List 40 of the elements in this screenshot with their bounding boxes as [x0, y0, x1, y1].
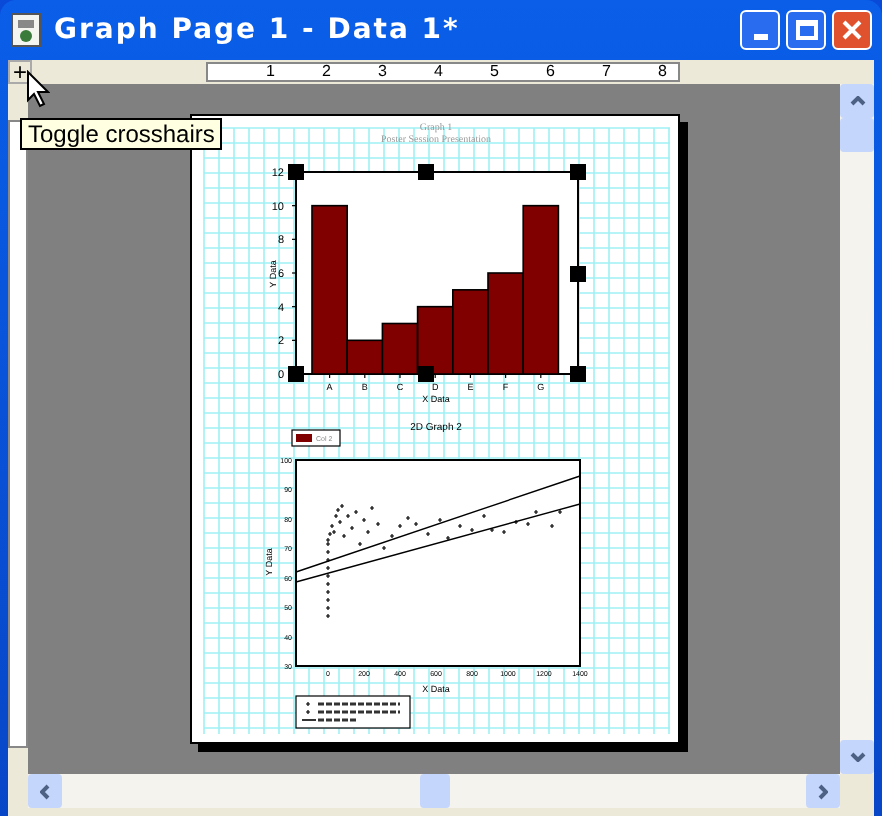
- selection-handle: [570, 266, 586, 282]
- chevron-left-icon: [40, 783, 50, 799]
- close-button[interactable]: [832, 10, 872, 50]
- ruler-number: 2: [322, 64, 331, 80]
- ruler-number: 8: [658, 64, 667, 80]
- selection-handle: [288, 366, 304, 382]
- ruler-number: 1: [266, 64, 275, 80]
- selection-handle: [570, 164, 586, 180]
- ruler-number: 7: [602, 64, 611, 80]
- chevron-down-icon: [849, 752, 865, 762]
- scroll-thumb[interactable]: [840, 118, 874, 152]
- scroll-down-button[interactable]: [840, 740, 874, 774]
- ruler-number: 5: [490, 64, 499, 80]
- selection-handle: [418, 366, 434, 382]
- ruler-number: 6: [546, 64, 555, 80]
- tooltip: Toggle crosshairs: [20, 118, 223, 150]
- selection-handle: [288, 164, 304, 180]
- crosshair-button[interactable]: +: [8, 60, 32, 84]
- chevron-right-icon: [818, 783, 828, 799]
- vertical-scrollbar[interactable]: [840, 84, 874, 774]
- legend-swatch-box: [291, 429, 341, 447]
- scroll-thumb[interactable]: [419, 774, 449, 808]
- scroll-left-button[interactable]: [28, 774, 62, 808]
- mouse-pointer-icon: [26, 70, 50, 108]
- window-title: Graph Page 1 - Data 1*: [54, 11, 460, 49]
- close-icon: [842, 20, 862, 40]
- legend-drawing: [295, 695, 411, 729]
- selection-handle: [570, 366, 586, 382]
- selection-handle: [418, 164, 434, 180]
- graph-page-icon: [10, 12, 42, 48]
- ruler-number: 4: [434, 64, 443, 80]
- maximize-button[interactable]: [786, 10, 826, 50]
- scroll-up-button[interactable]: [840, 84, 874, 118]
- bar: [416, 305, 454, 375]
- chevron-up-icon: [849, 96, 865, 106]
- minimize-button[interactable]: [740, 10, 780, 50]
- bar: [452, 289, 489, 375]
- horizontal-scrollbar[interactable]: [28, 774, 840, 808]
- ruler-number: 3: [378, 64, 387, 80]
- scroll-right-button[interactable]: [806, 774, 840, 808]
